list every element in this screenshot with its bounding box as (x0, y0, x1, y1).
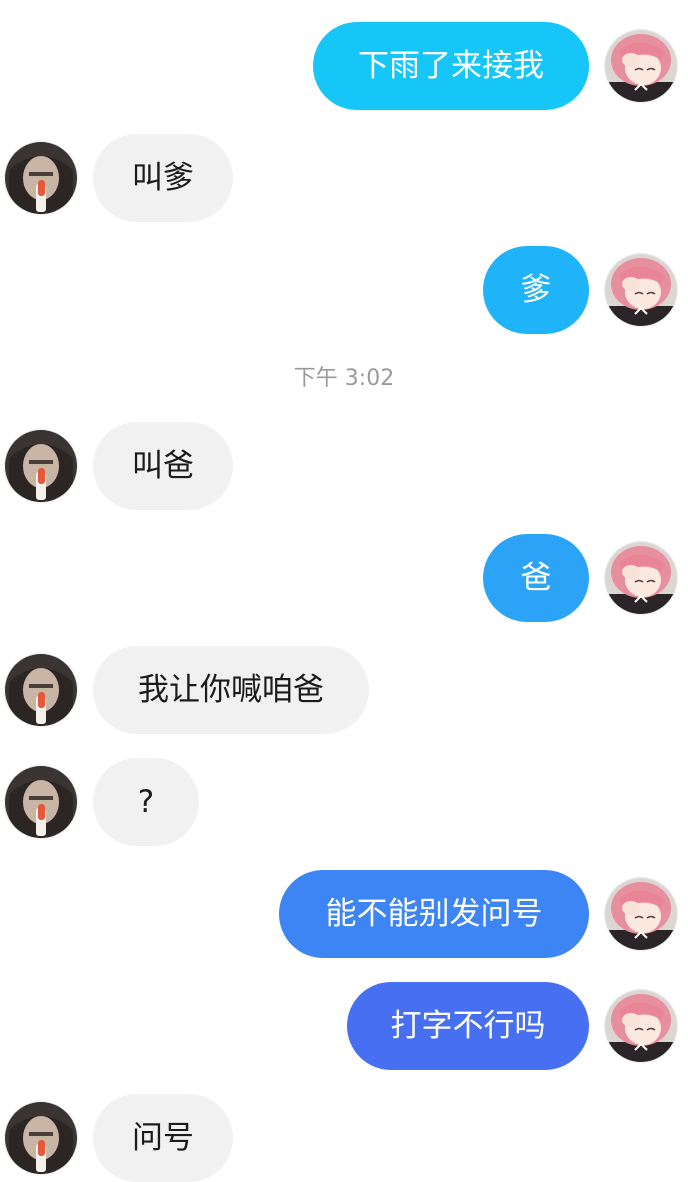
message-bubble-outgoing[interactable]: 下雨了来接我 (313, 22, 589, 110)
contact-avatar-icon[interactable] (5, 1102, 77, 1174)
contact-avatar-icon[interactable] (5, 430, 77, 502)
contact-avatar-icon[interactable] (5, 766, 77, 838)
self-avatar-icon[interactable] (605, 254, 677, 326)
message-bubble-outgoing[interactable]: 爸 (483, 534, 589, 622)
contact-avatar-icon[interactable] (5, 654, 77, 726)
message-timestamp: 下午 3:02 (293, 366, 395, 391)
contact-avatar-icon[interactable] (5, 142, 77, 214)
message-bubble-incoming[interactable]: 叫爹 (93, 134, 233, 222)
self-avatar-icon[interactable] (605, 542, 677, 614)
message-bubble-incoming[interactable]: 我让你喊咱爸 (93, 646, 369, 734)
message-bubble-incoming[interactable]: ? (93, 758, 199, 846)
message-bubble-outgoing[interactable]: 打字不行吗 (347, 982, 589, 1070)
chat-window[interactable]: 下雨了来接我 叫爹 爹 下午 3:02 叫爸 爸 我让你喊咱爸 ? 能不能别发问… (0, 0, 688, 1182)
message-bubble-incoming[interactable]: 叫爸 (93, 422, 233, 510)
message-bubble-outgoing[interactable]: 爹 (483, 246, 589, 334)
message-bubble-outgoing[interactable]: 能不能别发问号 (279, 870, 589, 958)
message-bubble-incoming[interactable]: 问号 (93, 1094, 233, 1182)
self-avatar-icon[interactable] (605, 30, 677, 102)
self-avatar-icon[interactable] (605, 990, 677, 1062)
self-avatar-icon[interactable] (605, 878, 677, 950)
